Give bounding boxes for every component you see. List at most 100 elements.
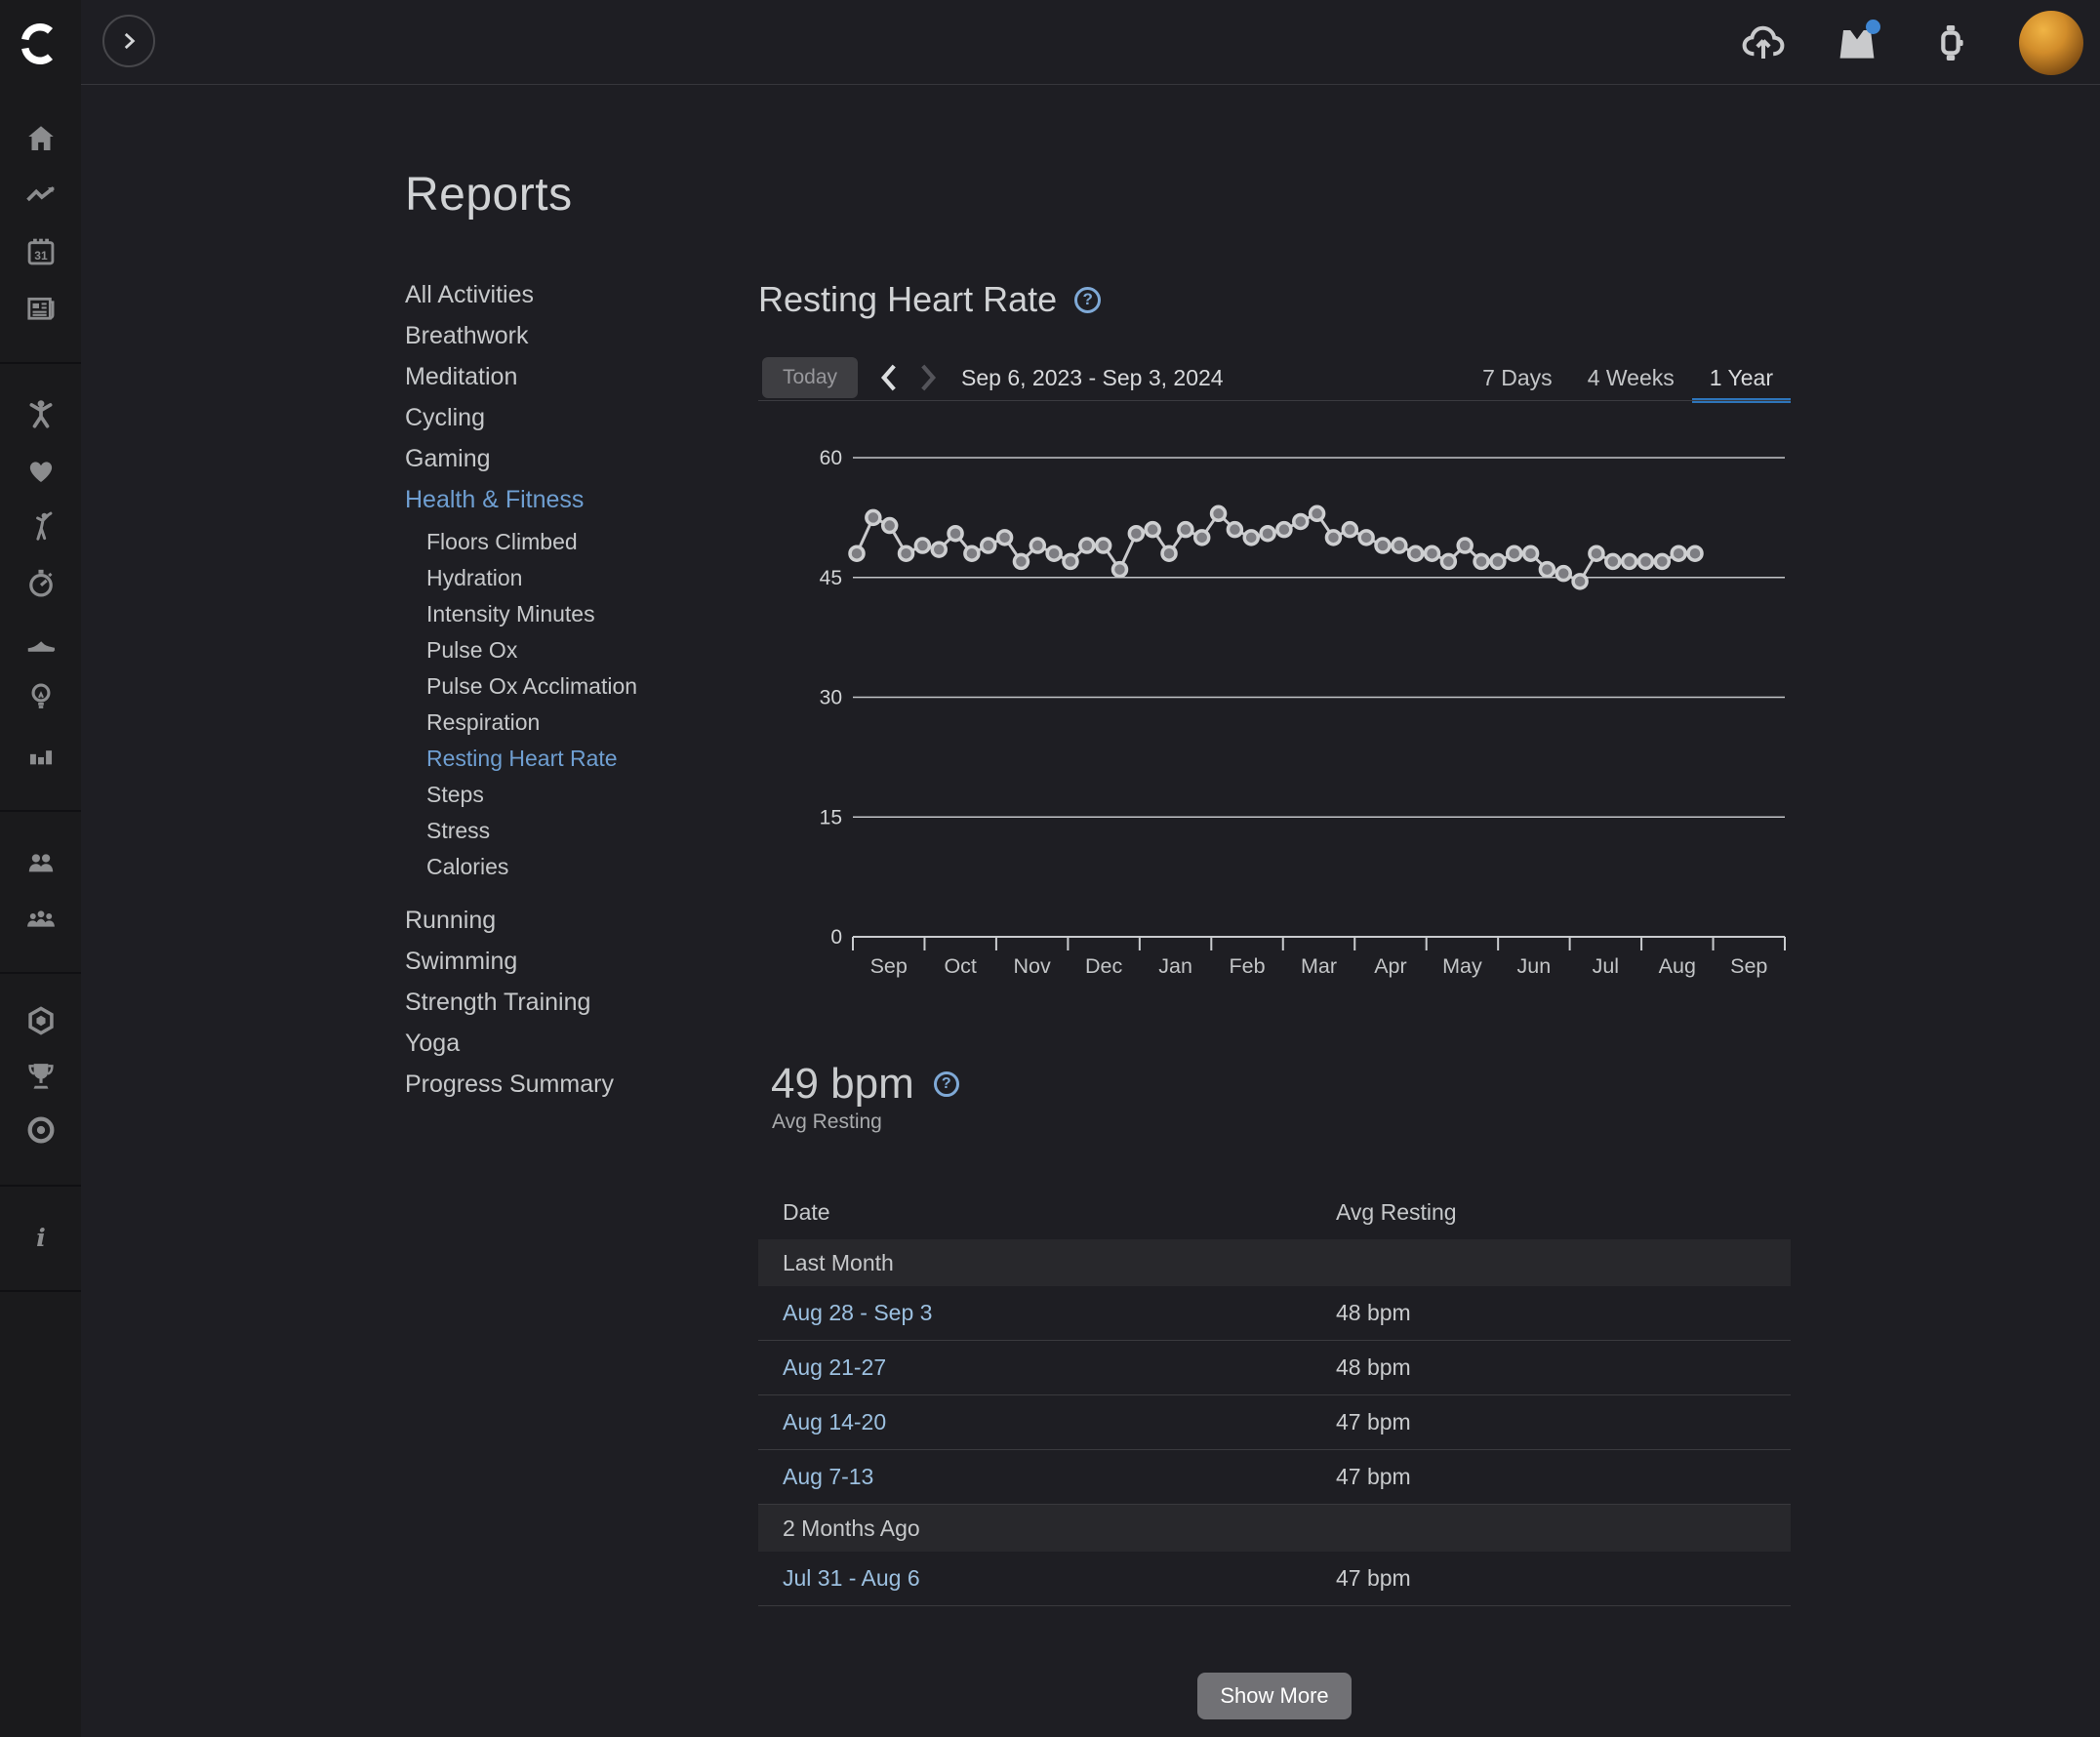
nav-item-steps[interactable]: Steps [405, 777, 737, 813]
summary-value: 49 bpm [771, 1060, 914, 1109]
nav-item-resting-heart-rate[interactable]: Resting Heart Rate [405, 741, 737, 777]
tab-4-weeks[interactable]: 4 Weeks [1570, 355, 1692, 400]
today-button[interactable]: Today [762, 357, 858, 398]
column-header-date: Date [783, 1199, 830, 1226]
svg-text:0: 0 [830, 926, 842, 949]
inbox-icon[interactable] [1832, 18, 1882, 68]
svg-text:Jan: Jan [1158, 954, 1192, 978]
svg-text:15: 15 [820, 806, 842, 828]
sidebar-item-bar-chart-icon[interactable] [0, 734, 81, 773]
show-more-button[interactable]: Show More [1197, 1673, 1352, 1719]
sidebar-item-hexagon-badge-icon[interactable] [0, 1001, 81, 1040]
nav-item-gaming[interactable]: Gaming [405, 438, 737, 479]
top-bar [81, 0, 2100, 85]
sidebar-item-trophy-icon[interactable] [0, 1056, 81, 1095]
nav-item-meditation[interactable]: Meditation [405, 356, 737, 397]
nav-item-running[interactable]: Running [405, 900, 737, 941]
avg-resting-value: 47 bpm [1336, 1464, 1411, 1490]
device-watch-icon[interactable] [1925, 18, 1976, 68]
table-header: Date Avg Resting [758, 1186, 1791, 1239]
sidebar-item-wellness-person-icon[interactable] [0, 394, 81, 433]
svg-text:45: 45 [820, 567, 842, 589]
nav-item-stress[interactable]: Stress [405, 813, 737, 849]
table-section-header: Last Month [758, 1239, 1791, 1286]
nav-item-hydration[interactable]: Hydration [405, 560, 737, 596]
svg-text:Jul: Jul [1593, 954, 1619, 978]
nav-item-floors-climbed[interactable]: Floors Climbed [405, 524, 737, 560]
show-more-wrap: Show More [758, 1673, 1791, 1719]
page-title: Reports [405, 168, 573, 222]
rhr-chart: 015304560SepOctNovDecJanFebMarAprMayJunJ… [758, 427, 1791, 993]
nav-item-all-activities[interactable]: All Activities [405, 274, 737, 315]
cloud-upload-icon[interactable] [1738, 18, 1789, 68]
tab-7-days[interactable]: 7 Days [1465, 355, 1570, 400]
column-header-avg-resting: Avg Resting [1336, 1199, 1457, 1226]
avg-resting-value: 47 bpm [1336, 1565, 1411, 1592]
sidebar-divider [0, 972, 81, 974]
nav-item-health-fitness[interactable]: Health & Fitness [405, 479, 737, 520]
sidebar-divider [0, 362, 81, 364]
svg-text:Aug: Aug [1659, 954, 1696, 978]
svg-text:Sep: Sep [1730, 954, 1767, 978]
tab-1-year[interactable]: 1 Year [1692, 355, 1791, 400]
sidebar-item-lightbulb-icon[interactable] [0, 677, 81, 716]
nav-item-pulse-ox[interactable]: Pulse Ox [405, 632, 737, 668]
sidebar-divider [0, 1290, 81, 1292]
report-header: Resting Heart Rate ? [758, 279, 1101, 320]
nav-item-pulse-ox-acclimation[interactable]: Pulse Ox Acclimation [405, 668, 737, 705]
sidebar-item-stopwatch-icon[interactable] [0, 564, 81, 603]
nav-item-cycling[interactable]: Cycling [405, 397, 737, 438]
topbar-actions [1738, 0, 2083, 85]
nav-item-breathwork[interactable]: Breathwork [405, 315, 737, 356]
sidebar-divider [0, 810, 81, 812]
summary-help-icon[interactable]: ? [934, 1071, 959, 1097]
summary: 49 bpm ? [771, 1060, 959, 1109]
svg-text:May: May [1442, 954, 1482, 978]
prev-period-button[interactable] [869, 357, 909, 398]
avg-resting-value: 48 bpm [1336, 1354, 1411, 1381]
notification-badge [1866, 20, 1880, 34]
date-range-label: Sep 6, 2023 - Sep 3, 2024 [961, 365, 1224, 391]
sidebar-item-shoe-icon[interactable] [0, 621, 81, 660]
sidebar-item-info-icon[interactable]: i [0, 1218, 81, 1257]
table-row: Aug 14-20 47 bpm [758, 1395, 1791, 1450]
sidebar-item-calendar-icon[interactable]: 31 [0, 232, 81, 271]
avatar[interactable] [2019, 11, 2083, 75]
sidebar-item-groups-icon[interactable] [0, 898, 81, 937]
table-row: Aug 7-13 47 bpm [758, 1450, 1791, 1505]
rhr-table: Date Avg Resting Last Month Aug 28 - Sep … [758, 1186, 1791, 1606]
nav-item-strength-training[interactable]: Strength Training [405, 982, 737, 1023]
avg-resting-value: 47 bpm [1336, 1409, 1411, 1435]
svg-text:30: 30 [820, 687, 842, 709]
sidebar-item-target-icon[interactable] [0, 1111, 81, 1150]
nav-item-respiration[interactable]: Respiration [405, 705, 737, 741]
avg-resting-value: 48 bpm [1336, 1300, 1411, 1326]
nav-item-intensity-minutes[interactable]: Intensity Minutes [405, 596, 737, 632]
date-range-link[interactable]: Aug 21-27 [783, 1354, 886, 1381]
date-range-link[interactable]: Jul 31 - Aug 6 [783, 1565, 920, 1592]
date-controls: Today Sep 6, 2023 - Sep 3, 2024 7 Days4 … [758, 355, 1791, 400]
svg-text:Feb: Feb [1230, 954, 1266, 978]
date-range-link[interactable]: Aug 14-20 [783, 1409, 886, 1435]
sidebar-item-heart-icon[interactable] [0, 451, 81, 490]
svg-text:31: 31 [34, 249, 48, 263]
nav-item-swimming[interactable]: Swimming [405, 941, 737, 982]
table-row: Jul 31 - Aug 6 47 bpm [758, 1552, 1791, 1606]
help-icon[interactable]: ? [1074, 287, 1101, 313]
svg-text:Oct: Oct [944, 954, 976, 978]
sidebar-item-connections-people-icon[interactable] [0, 843, 81, 882]
svg-text:i: i [36, 1224, 46, 1253]
sidebar-item-golf-icon[interactable] [0, 507, 81, 546]
sidebar-expand-button[interactable] [102, 15, 155, 67]
date-range-link[interactable]: Aug 28 - Sep 3 [783, 1300, 932, 1326]
nav-item-yoga[interactable]: Yoga [405, 1023, 737, 1064]
nav-item-calories[interactable]: Calories [405, 849, 737, 885]
nav-item-progress-summary[interactable]: Progress Summary [405, 1064, 737, 1105]
svg-text:Dec: Dec [1085, 954, 1122, 978]
controls-divider [758, 400, 1791, 401]
sidebar-item-activity-icon[interactable] [0, 176, 81, 215]
date-range-link[interactable]: Aug 7-13 [783, 1464, 873, 1490]
next-period-button[interactable] [909, 357, 948, 398]
sidebar-item-news-feed-icon[interactable] [0, 289, 81, 328]
sidebar-item-home-icon[interactable] [0, 119, 81, 158]
